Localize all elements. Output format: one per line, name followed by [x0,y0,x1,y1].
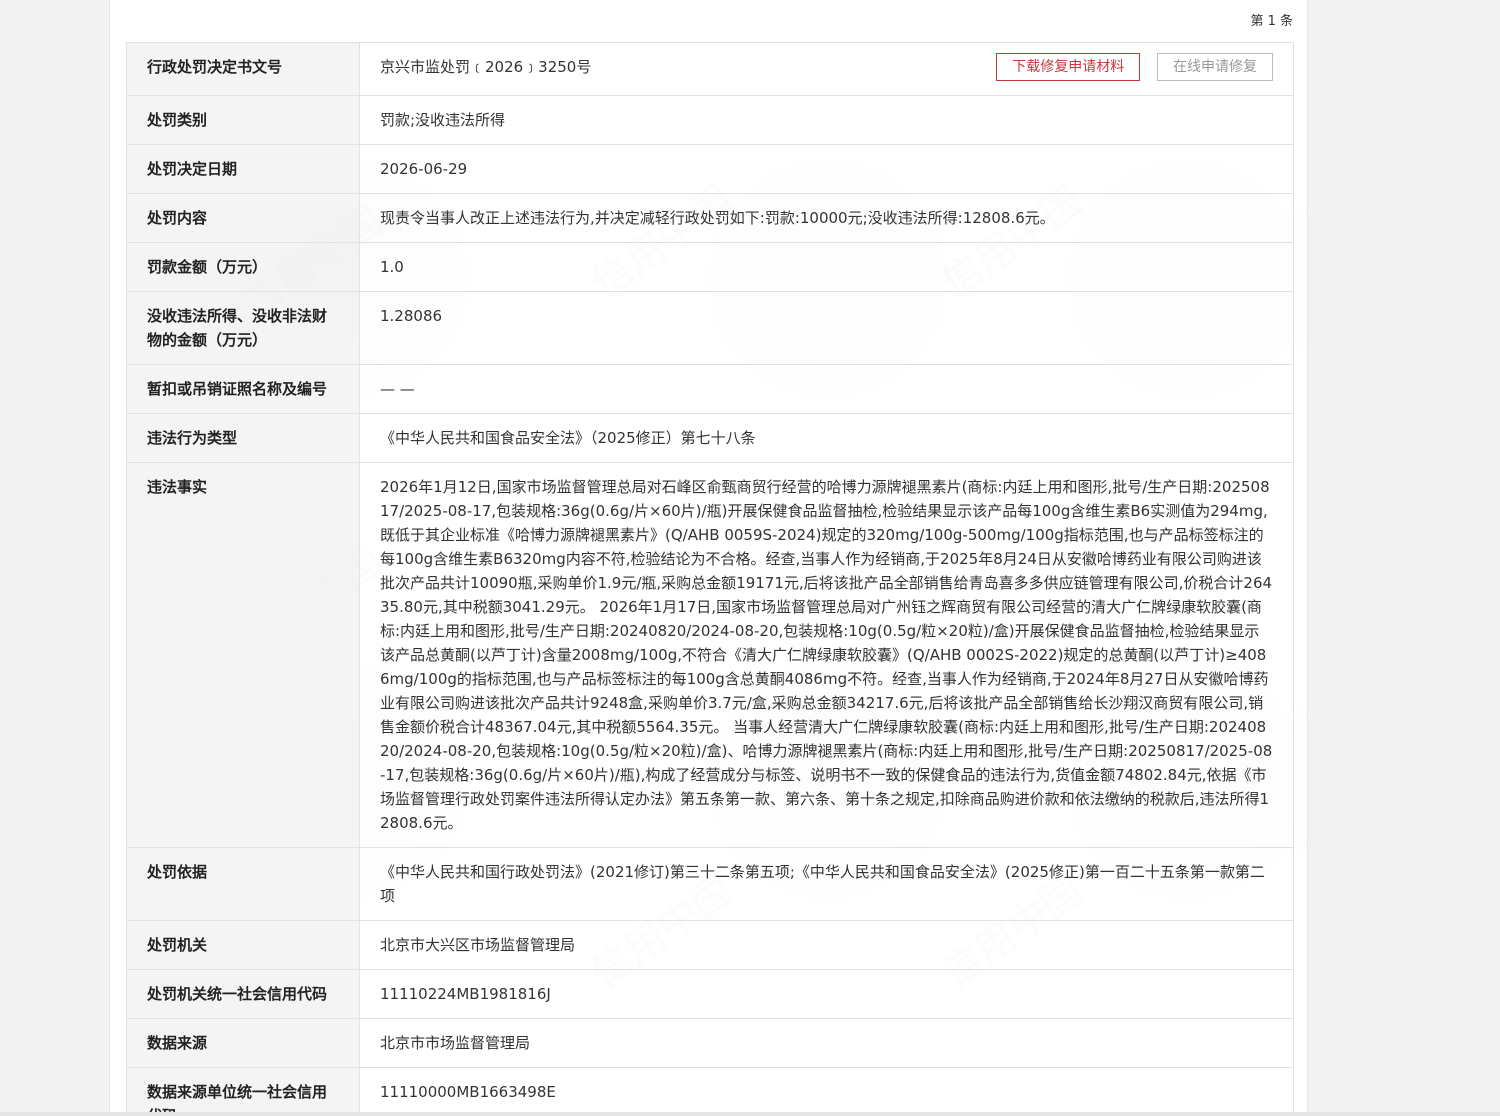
row-value: 现责令当事人改正上述违法行为,并决定减轻行政处罚如下:罚款:10000元;没收违… [359,193,1294,243]
row-label: 处罚依据 [126,847,360,921]
row-label: 暂扣或吊销证照名称及编号 [126,364,360,414]
table-row: 处罚依据 《中华人民共和国行政处罚法》(2021修订)第三十二条第五项;《中华人… [126,847,1294,921]
download-repair-materials-button[interactable]: 下载修复申请材料 [996,53,1141,81]
penalty-detail-table: 行政处罚决定书文号 京兴市监处罚﹝2026﹞3250号 下载修复申请材料 在线申… [126,42,1294,1116]
record-index: 第 1 条 [1250,14,1293,29]
table-row: 违法事实 2026年1月12日,国家市场监督管理总局对石峰区俞甄商贸行经营的哈博… [126,462,1294,848]
row-value: 11110224MB1981816J [359,969,1294,1019]
row-label: 处罚决定日期 [126,144,360,194]
row-label: 处罚类别 [126,95,360,145]
row-value: 1.28086 [359,291,1294,365]
table-row: 罚款金额（万元） 1.0 [126,242,1294,292]
row-value: 2026-06-29 [359,144,1294,194]
row-value: 罚款;没收违法所得 [359,95,1294,145]
repair-button-group: 下载修复申请材料 在线申请修复 [996,53,1273,81]
row-value: 京兴市监处罚﹝2026﹞3250号 下载修复申请材料 在线申请修复 [359,42,1294,96]
row-value: 1.0 [359,242,1294,292]
row-label: 罚款金额（万元） [126,242,360,292]
row-value: 11110000MB1663498E [359,1067,1294,1116]
row-label: 处罚机关统一社会信用代码 [126,969,360,1019]
row-value: 2026年1月12日,国家市场监督管理总局对石峰区俞甄商贸行经营的哈博力源牌褪黑… [359,462,1294,848]
row-label: 处罚内容 [126,193,360,243]
row-label: 数据来源单位统一社会信用代码 [126,1067,360,1116]
row-label: 违法行为类型 [126,413,360,463]
row-label: 没收违法所得、没收非法财物的金额（万元） [126,291,360,365]
table-row: 违法行为类型 《中华人民共和国食品安全法》（2025修正）第七十八条 [126,413,1294,463]
table-row: 处罚类别 罚款;没收违法所得 [126,95,1294,145]
table-row: 暂扣或吊销证照名称及编号 — — [126,364,1294,414]
table-row: 处罚机关 北京市大兴区市场监督管理局 [126,920,1294,970]
row-value: 北京市大兴区市场监督管理局 [359,920,1294,970]
row-value: 《中华人民共和国行政处罚法》(2021修订)第三十二条第五项;《中华人民共和国食… [359,847,1294,921]
table-row: 数据来源 北京市市场监督管理局 [126,1018,1294,1068]
table-row: 行政处罚决定书文号 京兴市监处罚﹝2026﹞3250号 下载修复申请材料 在线申… [126,42,1294,96]
decision-number: 京兴市监处罚﹝2026﹞3250号 [380,58,592,76]
detail-page: 信用中国 信用中国 信用中国 信用中国 信用中国 信用中国 第 1 条 行政处罚… [109,0,1308,1116]
row-label: 数据来源 [126,1018,360,1068]
row-value: 《中华人民共和国食品安全法》（2025修正）第七十八条 [359,413,1294,463]
bottom-scroll-edge [0,1112,1500,1116]
row-label: 处罚机关 [126,920,360,970]
table-row: 没收违法所得、没收非法财物的金额（万元） 1.28086 [126,291,1294,365]
row-value: 北京市市场监督管理局 [359,1018,1294,1068]
table-row: 处罚内容 现责令当事人改正上述违法行为,并决定减轻行政处罚如下:罚款:10000… [126,193,1294,243]
online-repair-apply-button[interactable]: 在线申请修复 [1157,53,1273,81]
table-row: 处罚决定日期 2026-06-29 [126,144,1294,194]
table-row: 处罚机关统一社会信用代码 11110224MB1981816J [126,969,1294,1019]
row-label: 违法事实 [126,462,360,848]
table-row: 数据来源单位统一社会信用代码 11110000MB1663498E [126,1067,1294,1116]
row-label: 行政处罚决定书文号 [126,42,360,96]
row-value: — — [359,364,1294,414]
